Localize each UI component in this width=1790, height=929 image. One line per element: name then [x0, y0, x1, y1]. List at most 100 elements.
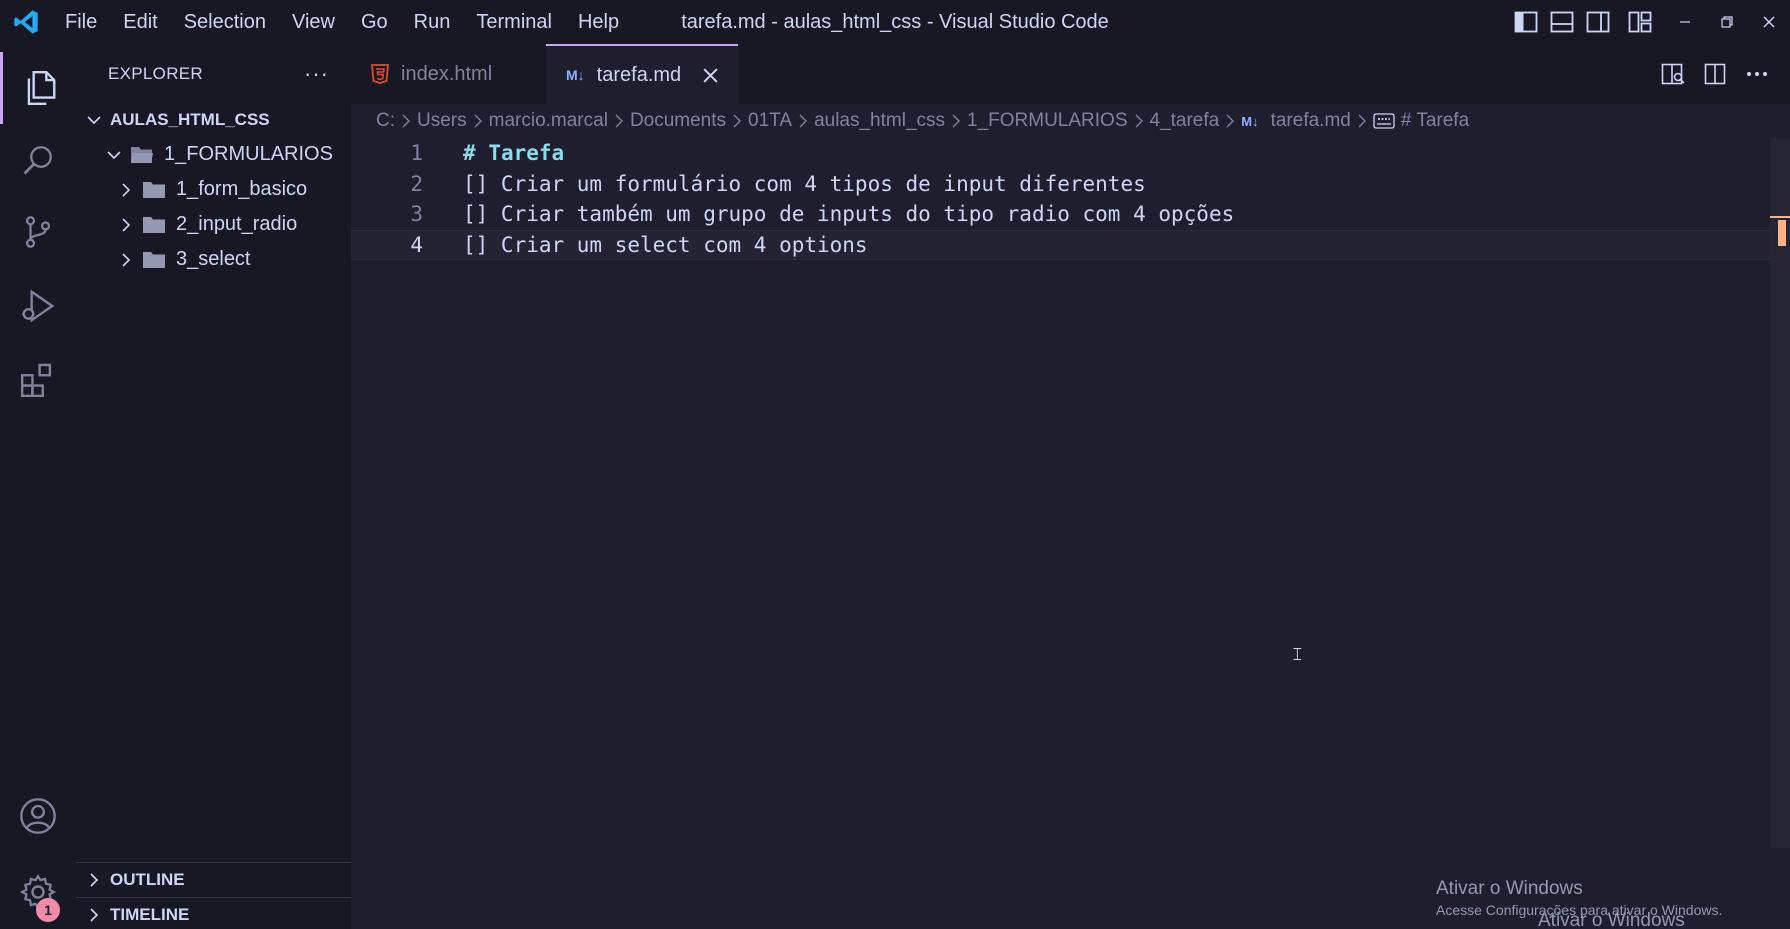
- chevron-right-icon: [1225, 114, 1235, 128]
- line-content: [] Criar um select com 4 options: [463, 232, 868, 257]
- menu-view[interactable]: View: [279, 0, 348, 44]
- breadcrumb-segment[interactable]: marcio.marcal: [489, 110, 608, 132]
- explorer-header: EXPLORER ···: [76, 44, 351, 104]
- toggle-primary-sidebar-button[interactable]: [1508, 0, 1544, 44]
- menu-run[interactable]: Run: [401, 0, 464, 44]
- watermark-title-repeat: Ativar o Windows: [1538, 910, 1685, 929]
- line-content: # Tarefa: [463, 141, 564, 165]
- chevron-right-icon: [116, 250, 136, 270]
- menu-selection[interactable]: Selection: [171, 0, 279, 44]
- restore-button[interactable]: [1706, 0, 1748, 44]
- menu-bar: File Edit Selection View Go Run Terminal…: [52, 0, 632, 44]
- toggle-secondary-sidebar-button[interactable]: [1580, 0, 1616, 44]
- chevron-right-icon: [732, 114, 742, 128]
- breadcrumb: C: Users marcio.marcal Documents 01TA au…: [351, 104, 1790, 138]
- vscode-logo-icon: [0, 0, 52, 44]
- folder-icon: [142, 215, 166, 235]
- line-content: [] Criar um formulário com 4 tipos de in…: [463, 171, 1146, 196]
- line-number: 2: [410, 171, 423, 196]
- preview-icon: [1661, 63, 1685, 85]
- text-cursor-icon: 𝙸: [1291, 644, 1304, 665]
- chevron-right-icon: [401, 114, 411, 128]
- search-button[interactable]: [0, 124, 76, 196]
- tab-label: index.html: [401, 62, 493, 85]
- split-editor-icon: [1704, 63, 1726, 85]
- chevron-right-icon: [116, 215, 136, 235]
- markdown-icon: M↓: [1241, 113, 1259, 129]
- breadcrumb-segment[interactable]: 1_FORMULARIOS: [967, 110, 1127, 132]
- panel-bottom-icon: [1550, 11, 1574, 33]
- source-control-button[interactable]: [0, 196, 76, 268]
- menu-terminal[interactable]: Terminal: [463, 0, 565, 44]
- tab-tarefa-md[interactable]: M↓ tarefa.md: [546, 44, 738, 104]
- folder-icon: [142, 180, 166, 200]
- manage-button[interactable]: 1: [0, 856, 76, 928]
- open-preview-button[interactable]: [1652, 44, 1694, 104]
- minimize-button[interactable]: [1664, 0, 1706, 44]
- close-window-button[interactable]: [1748, 0, 1790, 44]
- breadcrumb-segment[interactable]: Documents: [630, 110, 726, 132]
- menu-help[interactable]: Help: [565, 0, 632, 44]
- chevron-right-icon: [84, 905, 104, 925]
- breadcrumb-segment[interactable]: aulas_html_css: [814, 110, 945, 132]
- tab-label: tarefa.md: [596, 63, 682, 86]
- minimize-icon: [1680, 21, 1690, 23]
- folder-2-input-radio[interactable]: 2_input_radio: [76, 207, 351, 242]
- folder-1-formularios[interactable]: 1_FORMULARIOS: [76, 137, 351, 172]
- markdown-icon: M↓: [566, 67, 585, 83]
- close-tab-button[interactable]: [703, 67, 718, 83]
- code-editor[interactable]: 1 # Tarefa 2 [] Criar um formulário com …: [351, 138, 1770, 929]
- folder-label: 1_FORMULARIOS: [164, 143, 333, 165]
- chevron-right-icon: [1357, 114, 1367, 128]
- files-icon: [27, 70, 55, 106]
- editor-line[interactable]: 1 # Tarefa: [351, 138, 1770, 169]
- explorer-button[interactable]: [0, 52, 76, 124]
- run-debug-icon: [22, 289, 55, 323]
- more-icon: [1747, 72, 1767, 76]
- menu-file[interactable]: File: [52, 0, 110, 44]
- extensions-button[interactable]: [0, 344, 76, 416]
- breadcrumb-file[interactable]: tarefa.md: [1271, 110, 1351, 132]
- sidebar-left-icon: [1514, 11, 1538, 33]
- run-debug-button[interactable]: [0, 270, 76, 342]
- line-number: 4: [410, 232, 423, 257]
- breadcrumb-segment[interactable]: 4_tarefa: [1150, 110, 1220, 132]
- editor-line[interactable]: 3 [] Criar também um grupo de inputs do …: [351, 199, 1770, 230]
- toggle-panel-button[interactable]: [1544, 0, 1580, 44]
- notification-badge: 1: [36, 898, 60, 922]
- chevron-right-icon: [1134, 114, 1144, 128]
- html5-icon: [371, 64, 389, 84]
- outline-section[interactable]: OUTLINE: [76, 862, 351, 897]
- breadcrumb-symbol[interactable]: # Tarefa: [1401, 110, 1469, 132]
- workspace-root[interactable]: AULAS_HTML_CSS: [76, 102, 351, 137]
- more-actions-button[interactable]: [1736, 44, 1778, 104]
- editor-line-current[interactable]: 4 [] Criar um select com 4 options: [351, 229, 1770, 260]
- menu-go[interactable]: Go: [348, 0, 401, 44]
- explorer-title: EXPLORER: [108, 64, 203, 83]
- tab-bar: index.html M↓ tarefa.md: [351, 44, 1790, 104]
- customize-layout-button[interactable]: [1616, 0, 1664, 44]
- folder-label: 1_form_basico: [176, 178, 308, 200]
- explorer-sidebar: EXPLORER ··· AULAS_HTML_CSS 1_FORMULARIO…: [76, 44, 351, 929]
- editor-scrollbar[interactable]: [1770, 138, 1790, 848]
- chevron-right-icon: [614, 114, 624, 128]
- activity-bar: 1: [0, 44, 76, 929]
- folder-3-select[interactable]: 3_select: [76, 242, 351, 277]
- tab-index-html[interactable]: index.html: [351, 44, 546, 104]
- title-bar: File Edit Selection View Go Run Terminal…: [0, 0, 1790, 44]
- close-icon: [1763, 16, 1775, 28]
- extensions-icon: [20, 363, 52, 398]
- explorer-more-actions-button[interactable]: ···: [304, 61, 329, 87]
- split-editor-button[interactable]: [1694, 44, 1736, 104]
- chevron-down-icon: [84, 110, 104, 130]
- folder-1-form-basico[interactable]: 1_form_basico: [76, 172, 351, 207]
- breadcrumb-segment[interactable]: 01TA: [748, 110, 792, 132]
- accounts-button[interactable]: [0, 780, 76, 852]
- editor-line[interactable]: 2 [] Criar um formulário com 4 tipos de …: [351, 169, 1770, 200]
- breadcrumb-segment[interactable]: C:: [376, 110, 395, 132]
- timeline-section[interactable]: TIMELINE: [76, 897, 351, 929]
- menu-edit[interactable]: Edit: [110, 0, 170, 44]
- chevron-right-icon: [473, 114, 483, 128]
- breadcrumb-segment[interactable]: Users: [417, 110, 467, 132]
- line-number: 3: [410, 202, 423, 227]
